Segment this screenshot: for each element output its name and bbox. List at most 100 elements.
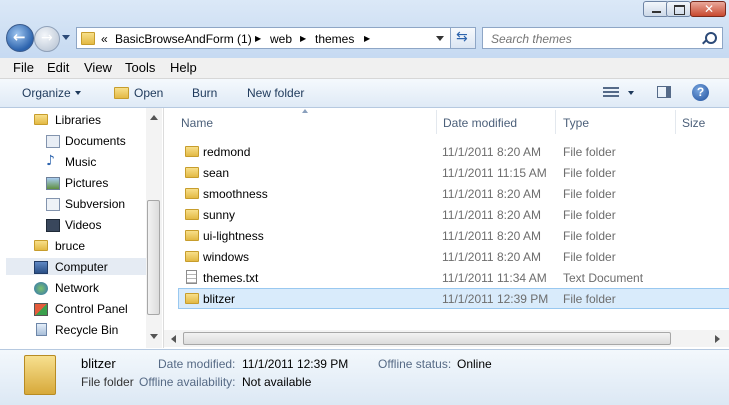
breadcrumb-separator-icon[interactable]: ▶ xyxy=(300,34,306,43)
file-date: 11/1/2011 8:20 AM xyxy=(442,208,541,222)
file-name: themes.txt xyxy=(203,271,259,285)
address-dropdown-icon[interactable] xyxy=(436,36,444,41)
menu-help[interactable]: Help xyxy=(170,60,197,75)
nav-control-panel[interactable]: Control Panel xyxy=(55,302,128,316)
column-divider[interactable] xyxy=(436,110,437,134)
minimize-icon xyxy=(652,11,661,13)
table-row-selected[interactable]: blitzer 11/1/2011 12:39 PM File folder xyxy=(178,288,729,309)
menu-file[interactable]: File xyxy=(13,60,34,75)
open-button[interactable]: Open xyxy=(134,86,163,100)
nav-libraries[interactable]: Libraries xyxy=(55,113,101,127)
search-icon[interactable] xyxy=(705,32,717,44)
help-icon[interactable]: ? xyxy=(692,84,709,101)
scroll-up-icon[interactable] xyxy=(150,115,158,120)
new-folder-button[interactable]: New folder xyxy=(247,86,304,100)
table-row[interactable]: smoothness 11/1/2011 8:20 AM File folder xyxy=(164,184,729,204)
details-offline-status-value: Online xyxy=(457,357,492,371)
organize-button[interactable]: Organize xyxy=(22,86,71,100)
file-type: Text Document xyxy=(563,271,644,285)
close-button[interactable]: ✕ xyxy=(690,1,726,17)
maximize-button[interactable] xyxy=(666,1,691,17)
refresh-icon: ⇆ xyxy=(456,29,468,45)
back-button[interactable]: ← xyxy=(6,24,34,52)
breadcrumb-overflow[interactable]: « xyxy=(101,32,108,46)
menu-tools[interactable]: Tools xyxy=(125,60,155,75)
file-name: smoothness xyxy=(203,187,268,201)
breadcrumb-separator-icon[interactable]: ▶ xyxy=(255,34,261,43)
pictures-icon xyxy=(46,177,60,190)
table-row[interactable]: sunny 11/1/2011 8:20 AM File folder xyxy=(164,205,729,225)
scroll-down-icon[interactable] xyxy=(150,334,158,339)
column-header-size[interactable]: Size xyxy=(682,116,705,130)
user-folder-icon xyxy=(34,240,48,251)
subversion-icon xyxy=(46,198,60,211)
chevron-down-icon xyxy=(62,35,70,40)
nav-documents[interactable]: Documents xyxy=(65,134,126,148)
address-bar[interactable]: « BasicBrowseAndForm (1) ▶ web ▶ themes … xyxy=(76,27,451,49)
music-icon: ♪ xyxy=(46,153,55,169)
nav-computer[interactable]: Computer xyxy=(55,260,108,274)
file-type: File folder xyxy=(563,187,616,201)
forward-button[interactable]: → xyxy=(34,26,60,52)
nav-network[interactable]: Network xyxy=(55,281,99,295)
breadcrumb-item[interactable]: web xyxy=(270,32,292,46)
nav-recycle-bin[interactable]: Recycle Bin xyxy=(55,323,118,337)
details-pane: blitzer File folder Date modified: 11/1/… xyxy=(0,349,729,405)
column-header-name[interactable]: Name xyxy=(181,116,213,130)
maximize-icon xyxy=(674,5,685,15)
details-offline-status-label: Offline status: xyxy=(378,357,452,371)
nav-videos[interactable]: Videos xyxy=(65,218,101,232)
horizontal-scrollbar[interactable] xyxy=(164,330,729,347)
table-row[interactable]: themes.txt 11/1/2011 11:34 AM Text Docum… xyxy=(164,268,729,288)
table-row[interactable]: redmond 11/1/2011 8:20 AM File folder xyxy=(164,142,729,162)
column-divider[interactable] xyxy=(675,110,676,134)
breadcrumb-item[interactable]: themes xyxy=(315,32,354,46)
file-name: sean xyxy=(203,166,230,180)
nav-bruce[interactable]: bruce xyxy=(55,239,85,253)
chevron-down-icon xyxy=(75,91,81,95)
refresh-button[interactable]: ⇆ xyxy=(451,27,476,49)
control-panel-icon xyxy=(34,303,48,316)
nav-music[interactable]: Music xyxy=(65,155,96,169)
navigation-pane: Libraries Documents ♪ Music Pictures Sub… xyxy=(0,108,162,348)
table-row[interactable]: windows 11/1/2011 8:20 AM File folder xyxy=(164,247,729,267)
view-options-icon[interactable] xyxy=(603,87,619,99)
horizontal-scroll-thumb[interactable] xyxy=(183,332,671,345)
nav-scroll-thumb[interactable] xyxy=(147,200,160,315)
menu-view[interactable]: View xyxy=(84,60,112,75)
menu-edit[interactable]: Edit xyxy=(47,60,69,75)
breadcrumb-separator-icon[interactable]: ▶ xyxy=(364,34,370,43)
breadcrumb-item[interactable]: BasicBrowseAndForm (1) xyxy=(115,32,252,46)
column-divider[interactable] xyxy=(555,110,556,134)
forward-arrow-icon: → xyxy=(41,30,53,46)
scroll-right-icon[interactable] xyxy=(715,335,720,343)
recycle-bin-icon xyxy=(36,323,47,336)
file-date: 11/1/2011 8:20 AM xyxy=(442,187,541,201)
recent-pages-button[interactable] xyxy=(62,33,72,43)
table-row[interactable]: ui-lightness 11/1/2011 8:20 AM File fold… xyxy=(164,226,729,246)
preview-pane-icon[interactable] xyxy=(657,86,671,98)
column-header-type[interactable]: Type xyxy=(563,116,589,130)
nav-pictures[interactable]: Pictures xyxy=(65,176,108,190)
file-type: File folder xyxy=(563,208,616,222)
search-input[interactable] xyxy=(489,30,698,48)
details-item-name: blitzer xyxy=(81,356,116,371)
nav-scrollbar[interactable] xyxy=(146,108,162,348)
nav-subversion[interactable]: Subversion xyxy=(65,197,125,211)
file-date: 11/1/2011 8:20 AM xyxy=(442,250,541,264)
file-date: 11/1/2011 8:20 AM xyxy=(442,229,541,243)
sort-ascending-icon xyxy=(302,109,308,113)
folder-icon xyxy=(185,188,199,199)
burn-button[interactable]: Burn xyxy=(192,86,217,100)
scroll-left-icon[interactable] xyxy=(171,335,176,343)
table-row[interactable]: sean 11/1/2011 11:15 AM File folder xyxy=(164,163,729,183)
back-arrow-icon: ← xyxy=(13,28,26,46)
file-type: File folder xyxy=(563,292,616,306)
chevron-down-icon[interactable] xyxy=(628,91,634,95)
details-offline-availability-label: Offline availability: xyxy=(139,375,236,389)
libraries-icon xyxy=(34,114,48,125)
file-date: 11/1/2011 11:15 AM xyxy=(442,166,547,180)
file-name: ui-lightness xyxy=(203,229,264,243)
column-header-date[interactable]: Date modified xyxy=(443,116,517,130)
search-box[interactable] xyxy=(482,27,723,49)
